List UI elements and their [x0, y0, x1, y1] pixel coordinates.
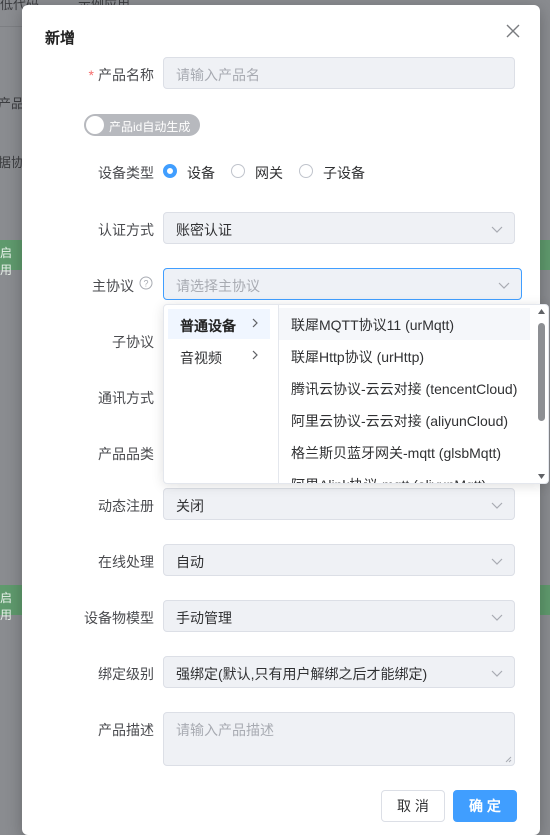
- main-protocol-label: 主协议: [92, 278, 134, 294]
- main-protocol-placeholder: 请选择主协议: [176, 278, 260, 294]
- chevron-right-icon: [252, 318, 258, 328]
- scroll-down-icon[interactable]: [537, 472, 546, 481]
- bg-divider: [0, 26, 22, 27]
- bg-left-fragment-1: 产品: [0, 96, 25, 111]
- description-placeholder: 请输入产品描述: [176, 722, 274, 738]
- protocol-option[interactable]: 格兰斯贝蓝牙网关-mqtt (glsbMqtt): [279, 436, 530, 468]
- resize-handle-icon[interactable]: [505, 756, 512, 763]
- thing-model-label: 设备物模型: [84, 610, 154, 626]
- bg-left-fragment-2: 据协: [0, 155, 25, 170]
- auth-method-row: 认证方式 账密认证: [22, 212, 540, 246]
- switch-knob: [86, 116, 104, 134]
- online-handling-select[interactable]: 自动: [163, 544, 515, 576]
- auth-method-label: 认证方式: [98, 222, 154, 238]
- close-icon[interactable]: [505, 23, 521, 39]
- chevron-down-icon: [491, 558, 503, 565]
- help-circle-icon[interactable]: ?: [139, 276, 153, 290]
- cascader-scrollbar[interactable]: [536, 307, 546, 481]
- dynamic-register-row: 动态注册 关闭: [22, 488, 540, 522]
- comm-method-label: 通讯方式: [98, 390, 154, 406]
- dynamic-register-label: 动态注册: [98, 498, 154, 514]
- thing-model-select[interactable]: 手动管理: [163, 600, 515, 632]
- chevron-down-icon: [491, 226, 503, 233]
- product-name-input[interactable]: 请输入产品名: [163, 57, 515, 89]
- cascader-item-normal-device[interactable]: 普通设备: [168, 309, 270, 339]
- chevron-down-icon: [491, 614, 503, 621]
- main-protocol-row: 主协议 ? 请选择主协议: [22, 268, 540, 302]
- main-protocol-select[interactable]: 请选择主协议: [163, 268, 522, 300]
- product-name-label: * 产品名称: [88, 67, 154, 83]
- auto-id-switch-label: 产品id自动生成: [109, 120, 191, 134]
- online-handling-row: 在线处理 自动: [22, 544, 540, 578]
- product-name-row: * 产品名称 请输入产品名: [22, 57, 540, 91]
- scrollbar-thumb[interactable]: [538, 323, 545, 421]
- dynamic-register-select[interactable]: 关闭: [163, 488, 515, 520]
- protocol-option[interactable]: 阿里Alink协议-mqtt (aliyunMqtt): [279, 468, 530, 483]
- chevron-right-icon: [252, 350, 258, 360]
- chevron-down-icon: [491, 670, 503, 677]
- cancel-button[interactable]: 取 消: [381, 790, 445, 822]
- bg-enabled-bar-right-2: [540, 585, 550, 615]
- protocol-option[interactable]: 联犀Http协议 (urHttp): [279, 340, 530, 372]
- ok-button[interactable]: 确 定: [453, 790, 517, 822]
- svg-text:?: ?: [143, 278, 148, 288]
- description-textarea[interactable]: 请输入产品描述: [163, 712, 515, 766]
- device-type-row: 设备类型 设备 网关 子设备: [98, 164, 365, 181]
- description-label: 产品描述: [98, 722, 154, 738]
- bg-enabled-bar-1: 启用: [0, 240, 22, 277]
- bind-level-select[interactable]: 强绑定(默认,只有用户解绑之后才能绑定): [163, 656, 515, 688]
- thing-model-row: 设备物模型 手动管理: [22, 600, 540, 634]
- bind-level-row: 绑定级别 强绑定(默认,只有用户解绑之后才能绑定): [22, 656, 540, 690]
- protocol-option[interactable]: 联犀MQTT协议11 (urMqtt): [279, 308, 530, 340]
- device-type-label: 设备类型: [98, 165, 154, 181]
- required-mark: *: [88, 67, 94, 83]
- protocol-option[interactable]: 阿里云协议-云云对接 (aliyunCloud): [279, 404, 530, 436]
- bind-level-label: 绑定级别: [98, 666, 154, 682]
- cascader-menu-level1: 普通设备 音视频: [164, 305, 279, 483]
- chevron-down-icon: [491, 502, 503, 509]
- dialog-title: 新增: [45, 30, 76, 47]
- bg-enabled-bar-right-1: [540, 240, 550, 270]
- category-label: 产品品类: [98, 446, 154, 462]
- bg-enabled-bar-2: 启用: [0, 585, 22, 622]
- sub-protocol-label: 子协议: [112, 334, 154, 350]
- cascader-item-audio-video[interactable]: 音视频: [168, 341, 270, 371]
- scroll-up-icon[interactable]: [537, 307, 546, 316]
- auto-id-switch[interactable]: 产品id自动生成: [84, 114, 200, 136]
- product-name-placeholder: 请输入产品名: [176, 67, 260, 83]
- dynamic-register-value: 关闭: [176, 498, 204, 514]
- auth-method-select[interactable]: 账密认证: [163, 212, 515, 244]
- online-handling-label: 在线处理: [98, 554, 154, 570]
- auth-method-value: 账密认证: [176, 222, 232, 238]
- protocol-cascader-dropdown: 普通设备 音视频 联犀MQTT协议11 (urMqtt) 联犀Http协议 (u…: [163, 304, 549, 484]
- protocol-option[interactable]: 腾讯云协议-云云对接 (tencentCloud): [279, 372, 530, 404]
- thing-model-value: 手动管理: [176, 610, 232, 626]
- cascader-menu-level2: 联犀MQTT协议11 (urMqtt) 联犀Http协议 (urHttp) 腾讯…: [279, 305, 534, 483]
- chevron-down-icon: [498, 282, 510, 289]
- bind-level-value: 强绑定(默认,只有用户解绑之后才能绑定): [176, 666, 428, 682]
- online-handling-value: 自动: [176, 554, 204, 570]
